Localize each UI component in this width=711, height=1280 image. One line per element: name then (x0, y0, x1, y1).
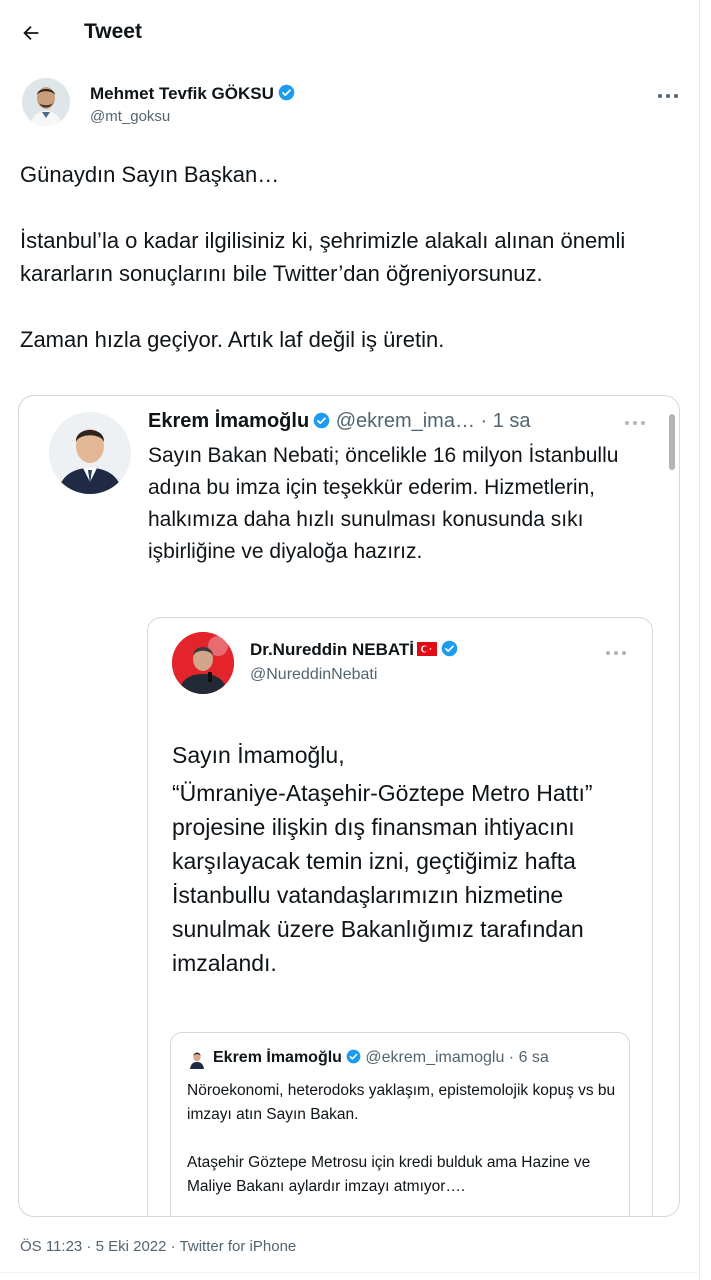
turkish-flag-icon (417, 642, 438, 656)
scrollbar[interactable] (669, 414, 675, 470)
nested-author-avatar[interactable] (172, 632, 234, 694)
author-avatar[interactable] (22, 78, 70, 126)
nested-quoted-tweet[interactable]: Dr.Nureddin NEBATİ @NureddinNebati Sayın… (147, 617, 653, 1216)
page-title: Tweet (84, 20, 142, 43)
quoted-author-avatar[interactable] (49, 412, 131, 494)
nested-author-line[interactable]: Dr.Nureddin NEBATİ (250, 640, 458, 660)
page-header: Tweet (0, 0, 700, 68)
quoted-author-name: Ekrem İmamoğlu (148, 410, 310, 432)
verified-badge-icon (346, 1049, 361, 1064)
nested-greeting: Sayın İmamoğlu, (172, 742, 345, 768)
deep-time: · 6 sa (508, 1049, 549, 1066)
nested-author-handle[interactable]: @NureddinNebati (250, 666, 377, 684)
tweet-source-link[interactable]: Twitter for iPhone (180, 1238, 297, 1255)
tweet-paragraph: Günaydın Sayın Başkan… (20, 162, 280, 187)
deep-quoted-tweet[interactable]: Ekrem İmamoğlu @ekrem_imamoglu · 6 sa Nö… (170, 1032, 630, 1216)
tweet-paragraph: İstanbul’la o kadar ilgilisiniz ki, şehr… (20, 228, 626, 286)
quoted-tweet-text: Sayın Bakan Nebati; öncelikle 16 milyon … (148, 444, 619, 563)
author-name[interactable]: Mehmet Tevfik GÖKSU (90, 84, 295, 104)
quoted-author-line[interactable]: Ekrem İmamoğlu @ekrem_ima… · 1 sa (148, 410, 531, 433)
quoted-tweet[interactable]: Ekrem İmamoğlu @ekrem_ima… · 1 sa Sayın … (18, 395, 680, 1217)
nested-body: “Ümraniye-Ataşehir-Göztepe Metro Hattı” … (172, 780, 593, 976)
deep-paragraph: Nöroekonomi, heterodoks yaklaşım, episte… (187, 1082, 616, 1123)
verified-badge-icon (441, 640, 458, 657)
more-options-icon[interactable] (656, 91, 680, 101)
verified-badge-icon (313, 412, 330, 429)
divider (0, 1272, 700, 1273)
quoted-time: · 1 sa (480, 410, 531, 432)
more-options-icon[interactable] (604, 648, 628, 658)
more-options-icon[interactable] (623, 418, 647, 428)
tweet-page: Tweet Mehmet Tevfik GÖKSU @mt_goksu Güna… (0, 0, 700, 1280)
nested-tweet-text: Sayın İmamoğlu, “Ümraniye-Ataşehir-Gözte… (172, 738, 642, 984)
tweet-text: Günaydın Sayın Başkan… İstanbul’la o kad… (20, 158, 690, 356)
quoted-author-handle: @ekrem_ima… (335, 410, 475, 432)
nested-author-name: Dr.Nureddin NEBATİ (250, 640, 415, 659)
tweet-paragraph: Zaman hızla geçiyor. Artık laf değil iş … (20, 327, 445, 352)
verified-badge-icon (278, 84, 295, 101)
deep-author-avatar[interactable] (187, 1049, 207, 1069)
tweet-meta: ÖS 11:23 · 5 Eki 2022 · Twitter for iPho… (20, 1238, 296, 1255)
deep-author-name: Ekrem İmamoğlu (213, 1049, 342, 1066)
author-handle[interactable]: @mt_goksu (90, 108, 170, 125)
deep-tweet-text: Nöroekonomi, heterodoks yaklaşım, episte… (187, 1079, 617, 1216)
deep-author-handle: @ekrem_imamoglu (365, 1049, 505, 1066)
deep-author-line[interactable]: Ekrem İmamoğlu @ekrem_imamoglu · 6 sa (213, 1049, 549, 1067)
back-arrow-icon[interactable] (20, 22, 42, 44)
tweet-timestamp[interactable]: ÖS 11:23 · 5 Eki 2022 · (20, 1238, 176, 1255)
deep-paragraph: Ataşehir Göztepe Metrosu için kredi buld… (187, 1154, 591, 1195)
